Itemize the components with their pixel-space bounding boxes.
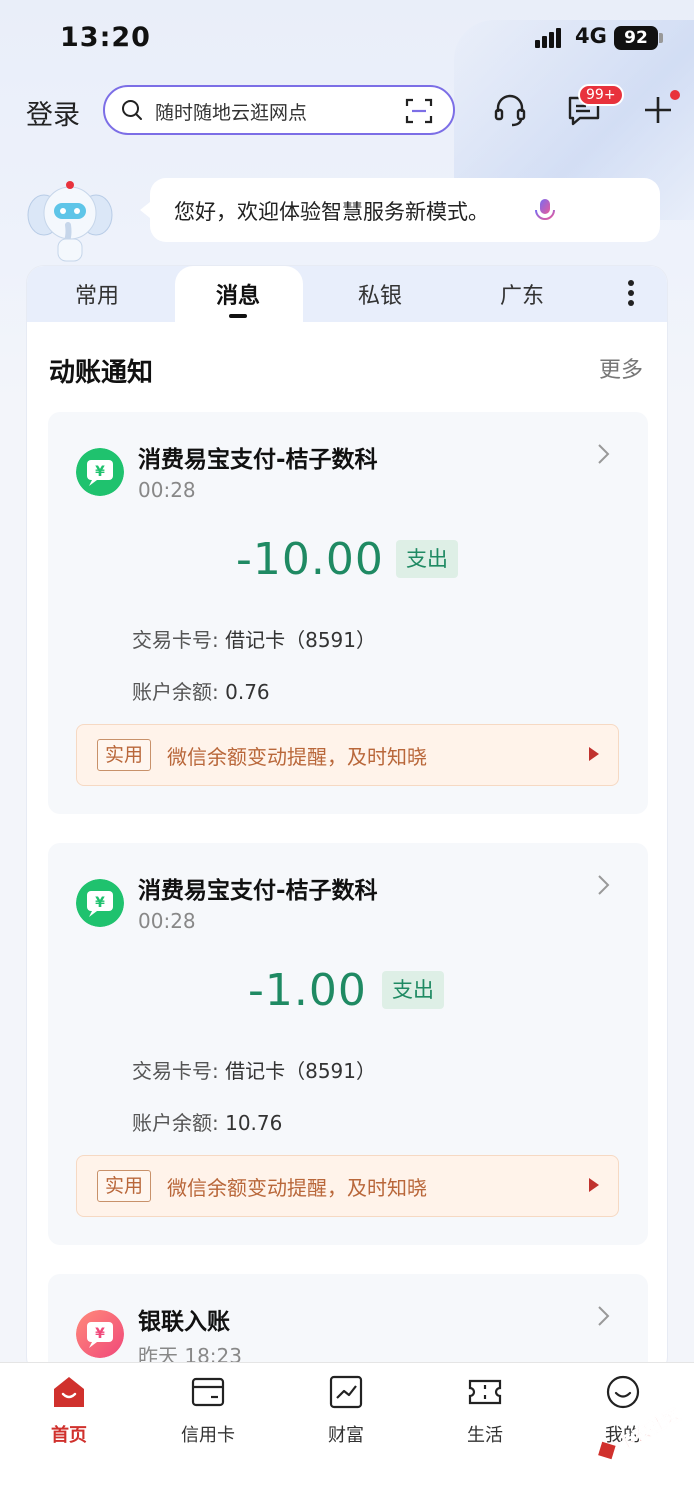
nav-credit-card-label: 信用卡 (181, 1425, 235, 1446)
nav-life-label: 生活 (467, 1425, 503, 1446)
network-type: 4G (575, 24, 607, 48)
section-title: 动账通知 (49, 358, 154, 388)
tab-common[interactable]: 常用 (75, 278, 119, 310)
promo-banner[interactable]: 实用 微信余额变动提醒，及时知晓 (76, 724, 619, 786)
svg-text:¥: ¥ (95, 895, 105, 911)
unionpay-bubble-icon: ¥ (76, 1310, 124, 1358)
transaction-time: 00:28 (138, 909, 196, 933)
more-link[interactable]: 更多 (599, 352, 643, 384)
promo-text: 微信余额变动提醒，及时知晓 (167, 745, 427, 769)
transaction-amount: -1.00 (248, 965, 367, 1016)
greeting-text: 您好，欢迎体验智慧服务新模式。 (174, 200, 489, 224)
svg-text:¥: ¥ (95, 464, 105, 480)
watermark-logo: 卡农社区 (598, 1404, 684, 1460)
add-notification-dot (670, 90, 680, 100)
merchant-name: 消费易宝支付-桔子数科 (138, 878, 378, 904)
battery-icon: 92 (614, 26, 658, 50)
status-time: 13:20 (60, 22, 151, 53)
search-placeholder: 随时随地云逛网点 (155, 102, 308, 124)
microphone-icon[interactable] (534, 198, 556, 224)
ticket-icon (468, 1379, 502, 1405)
balance-value: 10.76 (225, 1111, 283, 1135)
home-icon (54, 1377, 84, 1407)
card-number-value: 借记卡（8591） (225, 1059, 377, 1083)
transaction-card[interactable]: ¥ 消费易宝支付-桔子数科 00:28 -1.00 支出 交易卡号: 借记卡（8… (48, 843, 648, 1245)
play-arrow-icon (589, 1178, 599, 1192)
greeting-bubble[interactable]: 您好，欢迎体验智慧服务新模式。 (140, 178, 660, 242)
card-number-label: 交易卡号: (132, 1059, 219, 1083)
tab-active-indicator (229, 314, 247, 318)
robot-mascot-icon[interactable] (24, 175, 116, 267)
nav-wealth-label: 财富 (328, 1425, 364, 1446)
card-number-label: 交易卡号: (132, 628, 219, 652)
merchant-name: 银联入账 (138, 1309, 230, 1335)
transaction-time: 00:28 (138, 478, 196, 502)
transaction-type-badge: 支出 (382, 971, 444, 1009)
message-badge: 99+ (578, 84, 624, 106)
search-icon (122, 100, 142, 120)
card-number-row: 交易卡号: 借记卡（8591） (132, 1055, 376, 1084)
promo-tag: 实用 (97, 739, 152, 771)
watermark-text: 卡农社区 (614, 1405, 684, 1455)
promo-text: 微信余额变动提醒，及时知晓 (167, 1176, 427, 1200)
card-number-row: 交易卡号: 借记卡（8591） (132, 624, 376, 653)
nav-wealth[interactable]: 财富 (301, 1373, 391, 1447)
more-options-icon[interactable] (627, 280, 635, 308)
scan-icon[interactable] (405, 97, 433, 125)
balance-label: 账户余额: (132, 1111, 219, 1135)
nav-credit-card[interactable]: 信用卡 (163, 1373, 253, 1447)
promo-tag: 实用 (97, 1170, 152, 1202)
card-number-value: 借记卡（8591） (225, 628, 377, 652)
customer-service-icon[interactable] (492, 92, 528, 128)
svg-text:¥: ¥ (95, 1326, 105, 1342)
promo-banner[interactable]: 实用 微信余额变动提醒，及时知晓 (76, 1155, 619, 1217)
balance-row: 账户余额: 0.76 (132, 676, 270, 705)
credit-card-icon (191, 1377, 225, 1407)
transaction-card[interactable]: ¥ 银联入账 昨天 18:23 (48, 1274, 648, 1374)
signal-icon (535, 28, 567, 48)
payment-bubble-icon: ¥ (76, 448, 124, 496)
status-bar: 13:20 4G 92 (0, 0, 694, 76)
payment-bubble-icon: ¥ (76, 879, 124, 927)
battery-tip (659, 33, 663, 43)
chevron-right-icon[interactable] (596, 873, 612, 897)
balance-row: 账户余额: 10.76 (132, 1107, 282, 1136)
balance-value: 0.76 (225, 680, 270, 704)
tab-messages[interactable]: 消息 (216, 278, 260, 310)
nav-home[interactable]: 首页 (24, 1373, 114, 1447)
tab-strip: 常用 消息 私银 广东 (27, 266, 667, 322)
login-button[interactable]: 登录 (26, 93, 80, 132)
message-panel: 常用 消息 私银 广东 动账通知 更多 ¥ 消费易宝支付-桔子数科 00:28 … (26, 265, 668, 1375)
chevron-right-icon[interactable] (596, 442, 612, 466)
wealth-chart-icon (329, 1375, 363, 1409)
transaction-card[interactable]: ¥ 消费易宝支付-桔子数科 00:28 -10.00 支出 交易卡号: 借记卡（… (48, 412, 648, 814)
balance-label: 账户余额: (132, 680, 219, 704)
nav-life[interactable]: 生活 (440, 1373, 530, 1447)
play-arrow-icon (589, 747, 599, 761)
search-input[interactable]: 随时随地云逛网点 (103, 85, 455, 135)
nav-home-label: 首页 (51, 1425, 87, 1446)
chevron-right-icon[interactable] (596, 1304, 612, 1328)
transaction-type-badge: 支出 (396, 540, 458, 578)
tab-guangdong[interactable]: 广东 (500, 278, 544, 310)
transaction-amount: -10.00 (236, 534, 384, 585)
merchant-name: 消费易宝支付-桔子数科 (138, 447, 378, 473)
tab-private-banking[interactable]: 私银 (358, 278, 402, 310)
